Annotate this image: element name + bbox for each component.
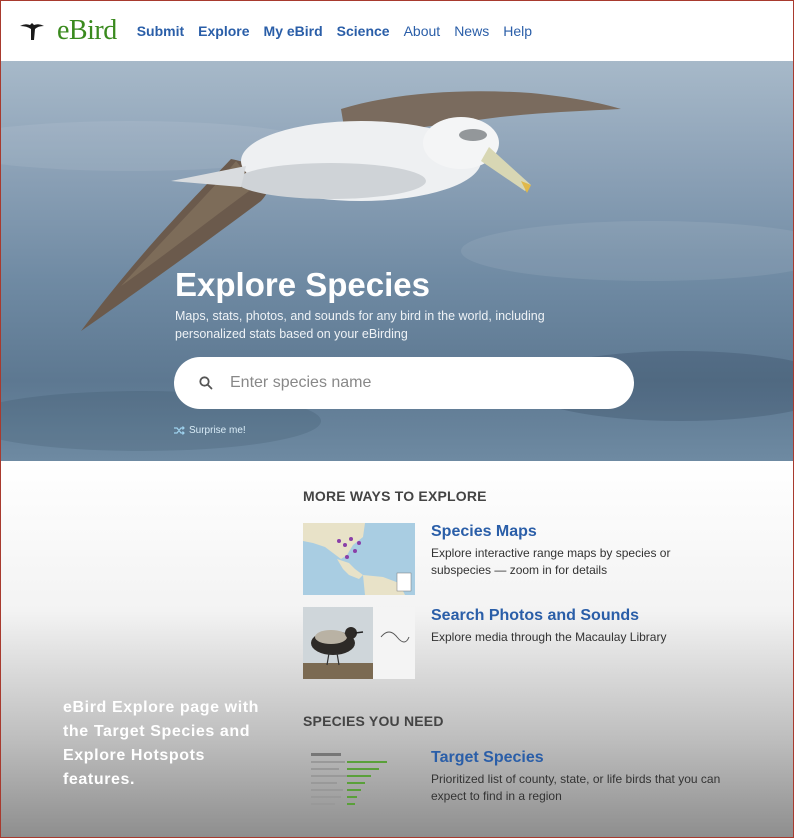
shuffle-icon	[174, 426, 185, 435]
search-photos-card[interactable]: Search Photos and Sounds Explore media t…	[303, 607, 731, 679]
target-species-description: Prioritized list of county, state, or li…	[431, 772, 721, 803]
hero-subtitle: Maps, stats, photos, and sounds for any …	[175, 309, 545, 341]
figure-caption: eBird Explore page with the Target Speci…	[63, 699, 260, 788]
nav-help[interactable]: Help	[503, 23, 532, 39]
photo-thumbnail-graphic	[303, 607, 415, 679]
nav-submit[interactable]: Submit	[137, 23, 184, 39]
ebird-logo[interactable]: eBird	[19, 15, 117, 47]
map-thumbnail-graphic	[303, 523, 415, 595]
species-search-box[interactable]	[174, 357, 634, 409]
target-species-thumbnail	[303, 749, 415, 821]
search-photos-title[interactable]: Search Photos and Sounds	[431, 607, 731, 625]
hero-banner: Explore Species Maps, stats, photos, and…	[1, 61, 793, 461]
search-photos-thumbnail	[303, 607, 415, 679]
nav-news[interactable]: News	[454, 23, 489, 39]
species-maps-description: Explore interactive range maps by specie…	[431, 546, 671, 577]
species-maps-card[interactable]: Species Maps Explore interactive range m…	[303, 523, 731, 595]
search-photos-description: Explore media through the Macaulay Libra…	[431, 630, 667, 644]
page-frame: eBird Submit Explore My eBird Science Ab…	[0, 0, 794, 838]
hero-title: Explore Species	[175, 266, 430, 303]
species-maps-thumbnail	[303, 523, 415, 595]
ebird-bird-icon	[20, 23, 44, 40]
nav-my-ebird[interactable]: My eBird	[264, 23, 323, 39]
species-you-need-heading: SPECIES YOU NEED	[303, 713, 444, 729]
nav-science[interactable]: Science	[337, 23, 390, 39]
search-icon	[199, 376, 213, 390]
target-species-title[interactable]: Target Species	[431, 749, 731, 767]
main-nav: Submit Explore My eBird Science About Ne…	[137, 23, 546, 39]
nav-explore[interactable]: Explore	[198, 23, 249, 39]
species-search-input[interactable]	[228, 373, 592, 393]
target-species-card[interactable]: Target Species Prioritized list of count…	[303, 749, 731, 821]
logo-text: eBird	[57, 15, 117, 46]
surprise-me-link[interactable]: Surprise me!	[174, 425, 246, 436]
surprise-me-label: Surprise me!	[189, 425, 246, 436]
list-thumbnail-graphic	[311, 753, 387, 805]
nav-about[interactable]: About	[404, 23, 441, 39]
top-header: eBird Submit Explore My eBird Science Ab…	[1, 1, 793, 61]
more-ways-heading: MORE WAYS TO EXPLORE	[303, 488, 487, 504]
species-maps-title[interactable]: Species Maps	[431, 523, 731, 541]
